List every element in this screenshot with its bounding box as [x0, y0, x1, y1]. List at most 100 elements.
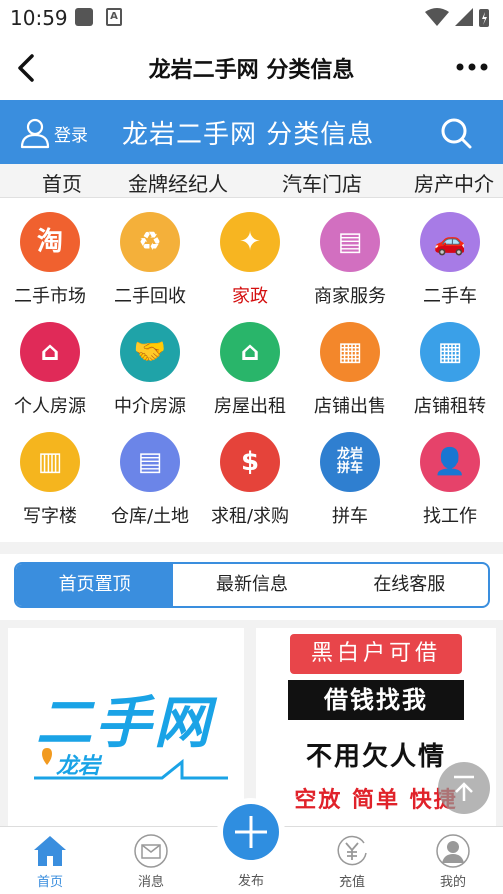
- arrow-up-icon: [454, 775, 474, 801]
- category-label: 店铺出售: [314, 396, 386, 417]
- family-house-icon: ⌂: [20, 322, 80, 382]
- category-glyph: ▦: [437, 337, 463, 367]
- money-house-icon: $: [220, 432, 280, 492]
- document-icon: ▤: [320, 212, 380, 272]
- user-icon: [20, 118, 50, 149]
- category-label: 商家服务: [314, 286, 386, 307]
- plus-icon: [235, 816, 267, 848]
- bottom-nav-recharge-label: 充值: [338, 875, 365, 890]
- category-item[interactable]: 👤 找工作: [400, 418, 500, 528]
- title-bar: 龙岩二手网 分类信息: [0, 36, 503, 100]
- category-glyph: ⌂: [40, 337, 60, 367]
- tab-online-service[interactable]: 在线客服: [331, 564, 488, 606]
- system-status-icons: [425, 8, 489, 27]
- category-glyph: 🤝: [133, 337, 167, 367]
- category-item[interactable]: 龙岩拼车 拼车: [300, 418, 400, 528]
- category-glyph: 淘: [36, 227, 63, 257]
- category-item[interactable]: ⌂ 个人房源: [0, 308, 100, 418]
- category-item[interactable]: ▤ 仓库/土地: [100, 418, 200, 528]
- category-glyph: 👤: [433, 447, 467, 477]
- category-label: 房屋出租: [214, 396, 286, 417]
- category-label: 店铺租转: [414, 396, 486, 417]
- notification-icon: [75, 8, 93, 26]
- publish-label: 发布: [237, 874, 264, 889]
- warehouse-icon: ▤: [120, 432, 180, 492]
- category-label: 个人房源: [14, 396, 86, 417]
- recycle-icon: ♻: [120, 212, 180, 272]
- category-item[interactable]: ♻ 二手回收: [100, 198, 200, 308]
- login-label: 登录: [54, 125, 88, 146]
- category-item[interactable]: ▥ 写字楼: [0, 418, 100, 528]
- bottom-nav-messages-label: 消息: [137, 875, 164, 890]
- category-glyph: ✦: [239, 227, 261, 257]
- category-item[interactable]: ✦ 家政: [200, 198, 300, 308]
- category-label: 二手市场: [14, 286, 86, 307]
- category-label: 拼车: [332, 506, 368, 527]
- profile-icon: [436, 834, 470, 868]
- page-title: 龙岩二手网 分类信息: [148, 58, 355, 83]
- category-item[interactable]: 🚗 二手车: [400, 198, 500, 308]
- publish-button[interactable]: [217, 798, 285, 866]
- banner-ad-line1: 黑白户可借: [290, 634, 462, 674]
- tab-top-pinned[interactable]: 首页置顶: [16, 564, 174, 606]
- nav-tab-gold-agent[interactable]: 金牌经纪人: [128, 168, 228, 197]
- category-label: 写字楼: [23, 506, 77, 527]
- category-label: 仓库/土地: [110, 506, 190, 527]
- notification-a-icon: A: [106, 8, 122, 26]
- bottom-nav-recharge[interactable]: 充值: [317, 833, 387, 890]
- job-seeker-icon: 👤: [420, 432, 480, 492]
- site-title: 龙岩二手网 分类信息: [122, 120, 375, 150]
- category-glyph: $: [240, 447, 260, 477]
- taobao-icon: 淘: [20, 212, 80, 272]
- category-label: 二手车: [423, 286, 477, 307]
- home-icon: [34, 836, 66, 866]
- category-glyph: ⌂: [240, 337, 260, 367]
- category-grid: 淘二手市场 ♻ 二手回收 ✦ 家政 ▤ 商家服务 🚗 二手车 ⌂ 个人房源 🤝 中介房源 ⌂ 房屋出租 ▦ 店铺…: [0, 198, 503, 542]
- category-item[interactable]: ▦ 店铺租转: [400, 308, 500, 418]
- category-glyph: ♻: [138, 227, 162, 257]
- search-icon[interactable]: [439, 116, 473, 150]
- nav-tab-home[interactable]: 首页: [42, 168, 82, 197]
- category-item[interactable]: ⌂ 房屋出租: [200, 308, 300, 418]
- banner-logo-sub: 龙岩: [56, 754, 101, 779]
- status-bar: 10:59 A: [0, 0, 503, 36]
- category-label: 家政: [232, 286, 268, 307]
- banner-ad-line2: 借钱找我: [288, 680, 464, 720]
- category-item[interactable]: 淘二手市场: [0, 198, 100, 308]
- shop-icon: ▦: [320, 322, 380, 382]
- bottom-nav-mine[interactable]: 我的: [418, 833, 488, 890]
- broom-icon: ✦: [220, 212, 280, 272]
- bottom-nav-home-label: 首页: [36, 875, 63, 890]
- category-item[interactable]: ▤ 商家服务: [300, 198, 400, 308]
- bottom-nav-home[interactable]: 首页: [15, 833, 85, 890]
- bottom-nav-messages[interactable]: 消息: [116, 833, 186, 890]
- nav-tab-real-estate-agency[interactable]: 房产中介: [414, 168, 494, 197]
- category-item[interactable]: $ 求租/求购: [200, 418, 300, 528]
- office-building-icon: ▥: [20, 432, 80, 492]
- message-icon: [134, 834, 168, 868]
- house-icon: ⌂: [220, 322, 280, 382]
- category-glyph: 🚗: [433, 227, 467, 257]
- more-options-icon[interactable]: [455, 54, 489, 80]
- category-glyph: ▦: [337, 337, 363, 367]
- category-glyph: ▥: [37, 447, 63, 477]
- content-tabs: 首页置顶 最新信息 在线客服: [14, 562, 490, 608]
- login-button[interactable]: 登录: [20, 116, 88, 150]
- category-label: 找工作: [423, 506, 477, 527]
- category-glyph: 龙岩拼车: [336, 447, 363, 476]
- banner-area: 二手网 龙岩 黑白户可借 借钱找我 不用欠人情 空放 简单 快捷: [0, 620, 503, 826]
- handshake-icon: 🤝: [120, 322, 180, 382]
- category-label: 二手回收: [114, 286, 186, 307]
- back-to-top-button[interactable]: [438, 762, 490, 814]
- category-item[interactable]: 🤝 中介房源: [100, 308, 200, 418]
- nav-tab-car-store[interactable]: 汽车门店: [282, 168, 362, 197]
- category-label: 中介房源: [114, 396, 186, 417]
- category-label: 求租/求购: [210, 506, 290, 527]
- banner-ershouwang[interactable]: 二手网 龙岩: [8, 628, 244, 826]
- storefront-icon: ▦: [420, 322, 480, 382]
- tab-latest-info[interactable]: 最新信息: [173, 564, 330, 606]
- site-header: 登录 龙岩二手网 分类信息: [0, 100, 503, 164]
- category-glyph: ▤: [137, 447, 163, 477]
- divider: [0, 542, 503, 554]
- category-item[interactable]: ▦ 店铺出售: [300, 308, 400, 418]
